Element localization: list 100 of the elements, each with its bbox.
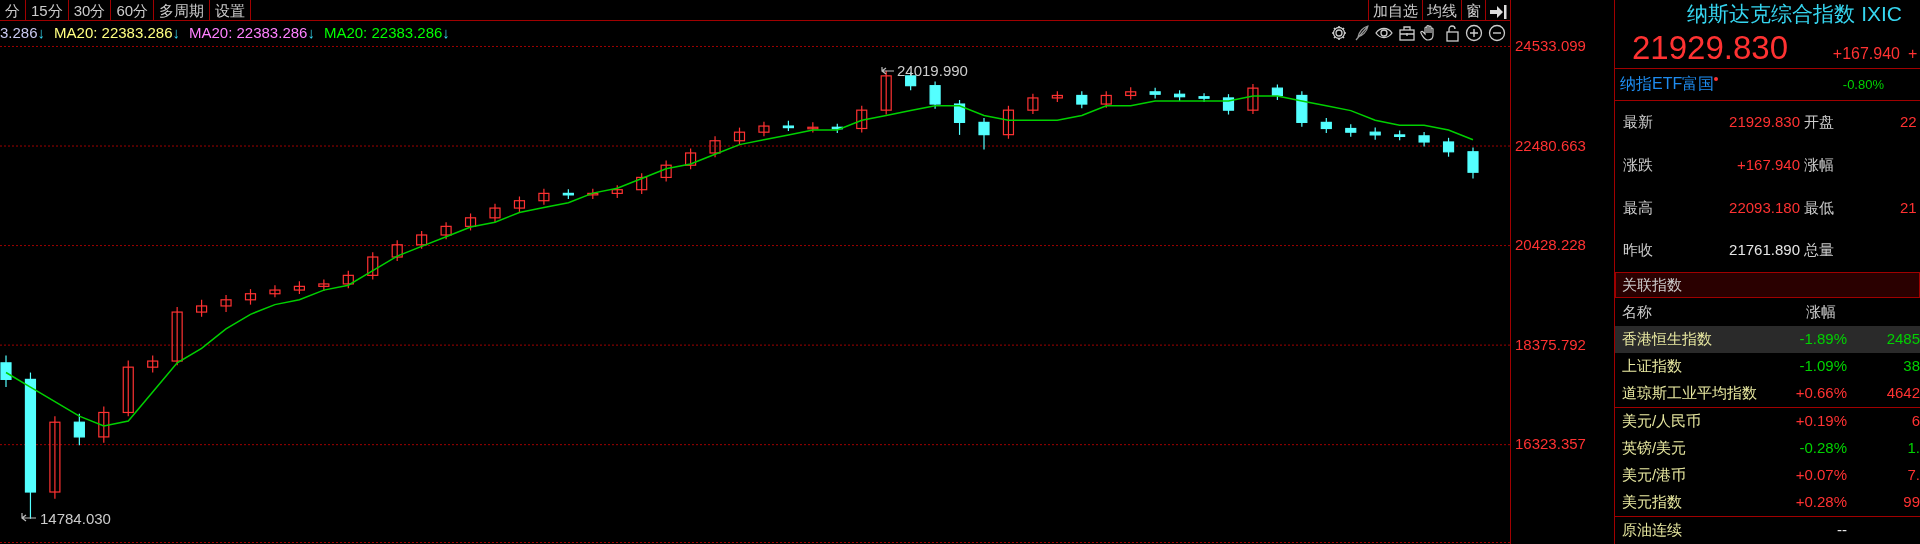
field-label: 涨跌	[1622, 154, 1654, 175]
table-row[interactable]: 上证指数 -1.09% 38	[1615, 353, 1920, 380]
field-label: 涨幅	[1803, 154, 1835, 175]
candlestick	[978, 117, 990, 151]
period-tab[interactable]: 15分	[26, 0, 69, 20]
candlestick	[807, 121, 819, 134]
toolbar-button[interactable]: 窗	[1461, 0, 1485, 20]
candlestick	[1051, 90, 1063, 103]
candlestick	[782, 120, 794, 132]
etf-change: -0.80%	[1842, 75, 1884, 94]
period-tab[interactable]: 30分	[68, 0, 112, 20]
candlestick	[489, 203, 501, 223]
toolbar-button[interactable]: 均线	[1422, 0, 1461, 20]
candlestick	[342, 270, 354, 289]
field-label: 总量	[1803, 240, 1835, 261]
table-row[interactable]: 美元/港币 +0.07% 7.	[1615, 462, 1920, 489]
column-header: 名称	[1621, 301, 1653, 322]
ma-value: 3.286	[0, 23, 38, 43]
candlestick	[562, 188, 574, 200]
field-label: 最新	[1622, 112, 1654, 132]
field-value: 21	[1899, 197, 1917, 218]
candlestick	[440, 221, 452, 240]
field-label: 最低	[1803, 197, 1835, 218]
table-row[interactable]: 原油连续 --	[1615, 517, 1920, 544]
etf-link[interactable]: 纳指ETF富国	[1615, 72, 1715, 97]
candlestick	[0, 354, 12, 388]
ma-value: MA20: 22383.286	[323, 23, 443, 43]
table-row[interactable]: 香港恒生指数 -1.89% 2485	[1615, 326, 1920, 353]
candlestick	[1369, 127, 1381, 141]
candlestick	[709, 135, 721, 158]
axis-label: 18375.792	[1514, 334, 1587, 355]
candlestick	[244, 288, 257, 306]
axis-label: 22480.663	[1514, 135, 1587, 156]
change-percent: +	[1908, 44, 1918, 64]
candlestick	[1222, 93, 1235, 116]
candlestick	[1467, 146, 1479, 180]
down-arrow: ↓	[442, 23, 450, 43]
candlestick	[758, 121, 770, 137]
candlestick	[391, 239, 403, 262]
candlestick	[611, 184, 623, 199]
candlestick	[733, 127, 746, 146]
ma-value: MA20: 22383.286	[54, 23, 173, 43]
period-tab[interactable]: 设置	[210, 0, 252, 20]
price-value: 21929.830	[1631, 28, 1789, 68]
candlestick	[1247, 83, 1259, 115]
candlestick	[171, 306, 183, 366]
field-value: 22093.180	[1728, 197, 1800, 218]
candlestick	[122, 359, 134, 417]
candlestick	[318, 278, 330, 292]
exit-button[interactable]	[1485, 0, 1510, 20]
candlestick	[1394, 129, 1406, 141]
candlestick	[464, 212, 477, 232]
zoom-in-icon[interactable]	[1465, 23, 1483, 42]
candlestick	[220, 294, 232, 313]
candlestick	[1418, 131, 1430, 148]
period-tab[interactable]: 60分	[111, 0, 155, 20]
candlestick	[1174, 89, 1186, 102]
candlestick	[856, 105, 868, 134]
candlestick	[1149, 87, 1161, 100]
settings-icon[interactable]	[1330, 23, 1348, 42]
toolbar-button[interactable]: 加自选	[1368, 0, 1422, 20]
pointer-arrow	[881, 66, 895, 75]
candlestick	[929, 80, 941, 110]
candlestick	[685, 147, 697, 170]
period-tab[interactable]: 多周期	[154, 0, 211, 20]
candlestick	[587, 188, 599, 200]
candlestick	[538, 188, 550, 206]
price-annotation: 14784.030	[40, 510, 111, 527]
candlestick	[660, 160, 672, 183]
candlestick	[147, 354, 159, 374]
candlestick	[269, 284, 281, 298]
table-row[interactable]: 美元指数 +0.28% 99	[1615, 489, 1920, 516]
candlestick	[880, 70, 892, 116]
zoom-out-icon[interactable]	[1487, 23, 1506, 42]
table-row[interactable]: 道琼斯工业平均指数 +0.66% 4642	[1615, 380, 1920, 407]
candlestick	[1296, 90, 1308, 128]
table-row[interactable]: 美元/人民币 +0.19% 6	[1615, 408, 1920, 435]
down-arrow: ↓	[37, 23, 46, 43]
candlestick	[293, 280, 305, 295]
candlestick	[1320, 117, 1332, 134]
candlestick	[98, 405, 110, 444]
field-label: 开盘	[1803, 112, 1835, 132]
candlestick	[1027, 93, 1039, 115]
candlestick	[1076, 90, 1088, 109]
period-tab[interactable]: 分	[0, 0, 26, 20]
candlestick	[1100, 90, 1112, 109]
field-label: 昨收	[1622, 240, 1654, 261]
toolbox-icon[interactable]	[1397, 23, 1416, 42]
axis-label: 20428.228	[1514, 235, 1587, 255]
section-header: 关联指数	[1615, 272, 1920, 299]
table-row[interactable]: 英镑/美元 -0.28% 1.	[1615, 435, 1920, 462]
candlestick	[196, 299, 208, 318]
pointer-arrow	[21, 512, 37, 522]
field-label: 最高	[1622, 197, 1654, 218]
notification-dot	[1714, 77, 1719, 82]
field-value: +167.940	[1736, 154, 1800, 175]
change-value: +167.940	[1831, 44, 1900, 64]
ma-value: MA20: 22383.286	[189, 23, 308, 43]
candlestick	[1002, 105, 1015, 140]
field-value: 21929.830	[1728, 112, 1800, 132]
